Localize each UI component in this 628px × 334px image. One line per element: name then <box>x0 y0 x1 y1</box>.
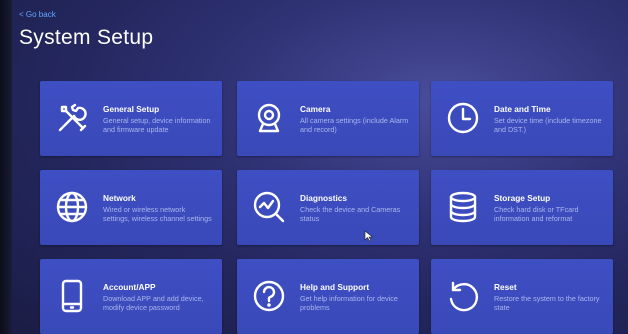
screen-bezel <box>0 0 12 334</box>
tile-reset[interactable]: Reset Restore the system to the factory … <box>431 259 613 334</box>
diagnostics-icon <box>249 187 289 227</box>
tile-title: Camera <box>300 104 331 114</box>
tile-account-app[interactable]: Account/APP Download APP and add device,… <box>40 259 222 334</box>
help-icon <box>249 276 289 316</box>
globe-icon <box>52 187 92 227</box>
tile-general-setup[interactable]: General Setup General setup, device info… <box>40 81 222 156</box>
tile-description: Restore the system to the factory state <box>494 294 600 313</box>
tile-title: Network <box>103 193 136 203</box>
tile-title: Date and Time <box>494 104 551 114</box>
tile-description: General setup, device information and fi… <box>103 116 211 135</box>
database-icon <box>443 187 483 227</box>
tile-camera[interactable]: Camera All camera settings (include Alar… <box>237 81 419 156</box>
tile-title: Account/APP <box>103 282 156 292</box>
tile-description: Check the device and Cameras status <box>300 205 401 224</box>
tile-description: Set device time (include timezone and DS… <box>494 116 602 135</box>
clock-icon <box>443 98 483 138</box>
tile-description: Download APP and add device, modify devi… <box>103 294 204 313</box>
tools-icon <box>52 98 92 138</box>
tile-title: Reset <box>494 282 517 292</box>
tile-storage-setup[interactable]: Storage Setup Check hard disk or TFcard … <box>431 170 613 245</box>
tile-description: Check hard disk or TFcard information an… <box>494 205 579 224</box>
tile-title: Help and Support <box>300 282 370 292</box>
tile-title: General Setup <box>103 104 160 114</box>
tile-network[interactable]: Network Wired or wireless network settin… <box>40 170 222 245</box>
tile-description: All camera settings (include Alarm and r… <box>300 116 409 135</box>
mouse-cursor-icon <box>364 229 374 242</box>
page-title: System Setup <box>19 26 154 49</box>
tile-title: Diagnostics <box>300 193 348 203</box>
phone-icon <box>52 276 92 316</box>
reset-icon <box>443 276 483 316</box>
tile-description: Get help information for device problems <box>300 294 398 313</box>
tile-help-and-support[interactable]: Help and Support Get help information fo… <box>237 259 419 334</box>
tile-diagnostics[interactable]: Diagnostics Check the device and Cameras… <box>237 170 419 245</box>
tile-description: Wired or wireless network settings, wire… <box>103 205 212 224</box>
tile-title: Storage Setup <box>494 193 551 203</box>
tile-date-and-time[interactable]: Date and Time Set device time (include t… <box>431 81 613 156</box>
go-back-link[interactable]: < Go back <box>19 10 56 19</box>
camera-icon <box>249 98 289 138</box>
